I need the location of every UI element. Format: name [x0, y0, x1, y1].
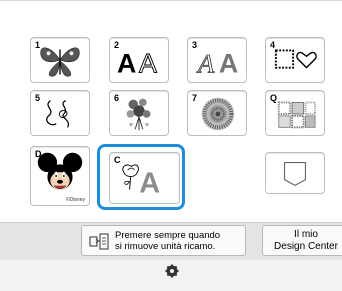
notice-line-2: si rimuove unità ricamo.	[115, 241, 216, 252]
svg-text:A: A	[117, 48, 136, 78]
pocket-icon	[283, 161, 307, 187]
medallion-icon	[201, 97, 235, 131]
flower-bouquet-icon	[126, 98, 151, 131]
pocket-button[interactable]	[265, 152, 325, 194]
selection-highlight	[97, 144, 185, 210]
ornament-icon	[46, 100, 70, 128]
category-6-button[interactable]: 6	[109, 90, 169, 136]
my-design-line-1: Il mio	[294, 229, 318, 240]
font-icon: A A	[117, 48, 157, 79]
category-7-button[interactable]: 7	[187, 90, 247, 136]
embroidery-unit-icon	[89, 233, 109, 250]
notice-line-1: Premere sempre quando	[115, 230, 221, 241]
category-4-button[interactable]: 4	[265, 37, 325, 83]
settings-gear-icon[interactable]	[165, 264, 179, 278]
svg-text:A: A	[196, 48, 215, 78]
my-design-line-2: Design Center	[274, 241, 338, 252]
category-2-button[interactable]: 2 A A	[109, 37, 169, 83]
svg-text:A: A	[139, 48, 157, 78]
footer-bar	[0, 260, 342, 291]
quilt-pattern-icon	[277, 101, 317, 129]
category-5-button[interactable]: 5	[30, 90, 90, 136]
category-1-button[interactable]: 1	[30, 37, 90, 83]
svg-text:A: A	[219, 48, 238, 78]
my-design-center-button[interactable]: Il mio Design Center	[262, 225, 342, 256]
category-q-button[interactable]: Q	[265, 90, 325, 136]
embroidery-unit-notice: Premere sempre quando si rimuove unità r…	[115, 230, 220, 252]
category-3-button[interactable]: 3 A A	[187, 37, 247, 83]
butterfly-icon	[40, 47, 80, 77]
disney-credit-label: ©Disney	[66, 197, 85, 203]
frame-shapes-icon	[274, 49, 317, 69]
category-d-button[interactable]: D ©Disney	[30, 146, 90, 206]
decorative-font-icon: A A	[195, 48, 238, 79]
embroidery-unit-button[interactable]: Premere sempre quando si rimuove unità r…	[81, 225, 246, 256]
category-grid: 1 2 A A 3 A A 4 5 6 7 Q D ©Disney C A	[0, 0, 342, 220]
